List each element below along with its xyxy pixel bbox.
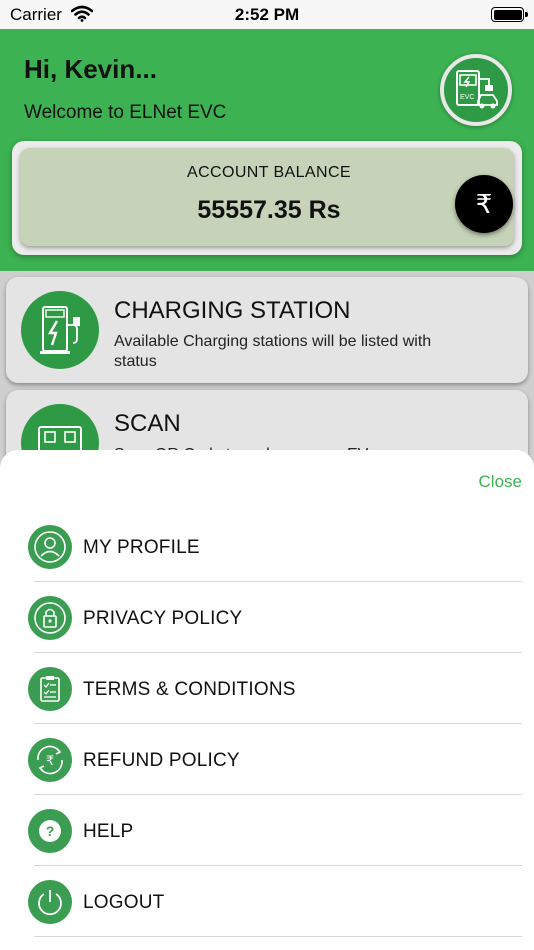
menu-item-privacy-policy[interactable]: PRIVACY POLICY [0, 582, 534, 653]
balance-amount: 55557.35 Rs [197, 196, 341, 224]
menu-item-logout[interactable]: LOGOUT [0, 866, 534, 937]
refund-icon: ₹ [28, 738, 72, 782]
greeting-text: Hi, Kevin... [24, 54, 157, 84]
ev-charger-logo-icon: EVC [456, 70, 498, 109]
svg-text:₹: ₹ [46, 754, 54, 769]
menu-item-label: LOGOUT [83, 892, 165, 913]
status-time: 2:52 PM [234, 5, 300, 24]
menu-item-label: REFUND POLICY [83, 750, 240, 771]
balance-card: ACCOUNT BALANCE 55557.35 Rs ₹ [12, 141, 522, 255]
menu-item-label: MY PROFILE [83, 537, 200, 558]
battery-icon [491, 7, 528, 22]
menu-item-help[interactable]: ? HELP [0, 795, 534, 866]
balance-label: ACCOUNT BALANCE [187, 164, 351, 181]
balance-panel: ACCOUNT BALANCE 55557.35 Rs ₹ [20, 148, 514, 246]
menu-item-label: HELP [83, 821, 134, 842]
status-bar: Carrier 2:52 PM [0, 0, 534, 29]
logo-text: EVC [460, 94, 474, 101]
close-button[interactable]: Close [479, 472, 522, 492]
app-logo[interactable]: EVC [440, 54, 512, 126]
card-title: CHARGING STATION [114, 297, 351, 324]
welcome-text: Welcome to ELNet EVC [24, 102, 227, 123]
menu-item-my-profile[interactable]: MY PROFILE [0, 511, 534, 582]
menu-item-terms-conditions[interactable]: TERMS & CONDITIONS [0, 653, 534, 724]
menu-item-label: TERMS & CONDITIONS [83, 679, 296, 700]
divider [34, 936, 522, 937]
card-description: Available Charging stations will be list… [114, 333, 432, 370]
card-title: SCAN [114, 410, 181, 437]
rupee-icon: ₹ [475, 188, 493, 219]
recharge-button[interactable]: ₹ [455, 175, 513, 233]
menu-item-label: PRIVACY POLICY [83, 608, 243, 629]
charging-station-icon [21, 291, 99, 369]
header: Hi, Kevin... Welcome to ELNet EVC EVC AC… [0, 29, 534, 271]
clipboard-icon [28, 667, 72, 711]
user-icon [28, 525, 72, 569]
help-icon: ? [28, 809, 72, 853]
privacy-icon [28, 596, 72, 640]
power-icon [28, 880, 72, 924]
menu-item-refund-policy[interactable]: ₹ REFUND POLICY [0, 724, 534, 795]
charging-station-card[interactable]: CHARGING STATION Available Charging stat… [6, 277, 528, 383]
svg-text:?: ? [46, 823, 55, 839]
